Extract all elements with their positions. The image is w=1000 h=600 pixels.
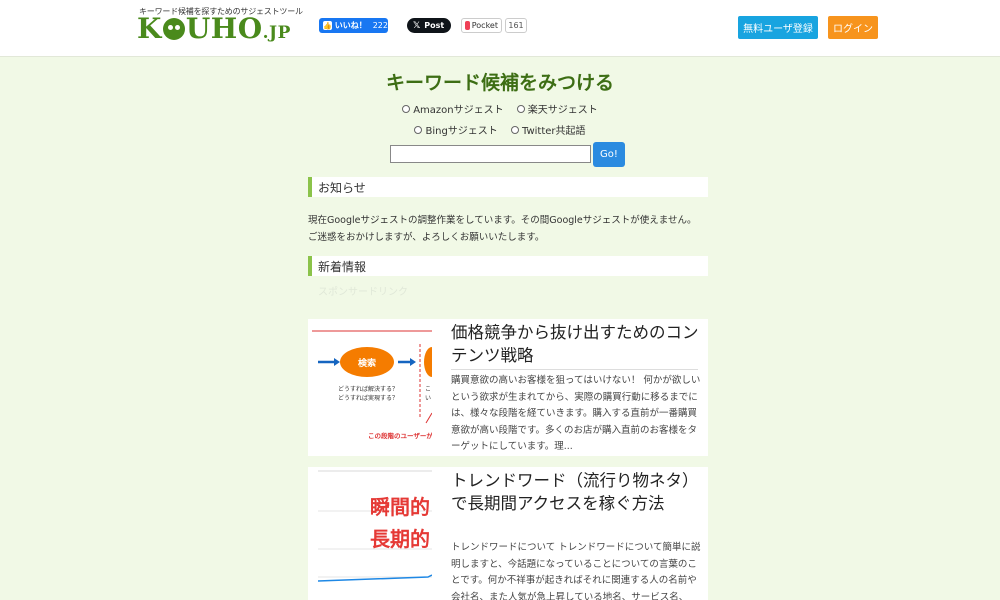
radio-label: Amazonサジェスト — [413, 105, 504, 116]
thumb-text-longterm: 長期的 — [370, 527, 430, 551]
news-heading-text: 新着情報 — [318, 259, 367, 274]
notice-heading-text: お知らせ — [318, 180, 366, 195]
site-logo[interactable]: K UHO.JP — [137, 12, 291, 45]
news-heading: 新着情報 — [308, 256, 708, 276]
x-post-label: Post — [424, 21, 445, 30]
go-button[interactable]: Go! — [593, 142, 625, 167]
article-excerpt: トレンドワードについて トレンドワードについて簡単に説明しますと、今話題になって… — [451, 542, 701, 600]
logo-text-pre: K — [137, 12, 162, 45]
radio-label: 楽天サジェスト — [527, 105, 598, 116]
page-title: キーワード候補をみつける — [385, 72, 614, 94]
login-button[interactable]: ログイン — [828, 16, 878, 39]
logo-suffix: .JP — [262, 23, 291, 43]
thumb-node-label: 検索 — [357, 359, 377, 369]
pocket-button[interactable]: Pocket — [461, 18, 502, 33]
radio-label: Twitter共起語 — [522, 126, 586, 137]
pocket-count: 161 — [505, 18, 527, 33]
radio-bing-suggest[interactable]: Bingサジェスト — [414, 122, 498, 137]
thumb-partial-1: こ — [425, 386, 432, 393]
thumb-caption: この段階のユーザーが — [368, 432, 432, 440]
thumb-partial-text: こ い — [425, 385, 431, 403]
thumb-question-2: どうすれば実現する？ — [338, 395, 399, 402]
radio-label: Bingサジェスト — [425, 126, 498, 137]
article-card[interactable]: 瞬間的 長期的 トレンドワード（流行り物ネタ）で長期間アクセスを稼ぐ方法 トレン… — [308, 467, 708, 600]
radio-rakuten-suggest[interactable]: 楽天サジェスト — [516, 101, 598, 116]
article-title[interactable]: トレンドワード（流行り物ネタ）で長期間アクセスを稼ぐ方法 — [451, 469, 701, 515]
title-divider — [451, 369, 698, 370]
article-title[interactable]: 価格競争から抜け出すためのコンテンツ戦略 — [451, 321, 701, 367]
notice-line-2: ご迷惑をおかけしますが、よろしくお願いいたします。 — [308, 232, 545, 243]
keyword-search-input[interactable] — [390, 145, 591, 163]
radio-circle-icon[interactable] — [414, 125, 423, 134]
article-card[interactable]: 検索 どうすれば解決する？ どうすれば実現する？ こ い この段階のユーザーが … — [308, 319, 708, 456]
article-thumbnail[interactable]: 瞬間的 長期的 — [308, 467, 432, 600]
pocket-label: Pocket — [471, 21, 498, 30]
thumbs-up-icon: 👍 — [323, 21, 332, 30]
article-excerpt: 購買意欲の高いお客様を狙ってはいけない！ 何かが欲しいという欲求が生まれてから、… — [451, 375, 701, 452]
radio-circle-icon[interactable] — [402, 104, 411, 113]
thumb-question-1: どうすれば解決する？ — [338, 386, 399, 393]
radio-twitter-cooccurrence[interactable]: Twitter共起語 — [511, 122, 586, 137]
article-thumbnail[interactable]: 検索 どうすれば解決する？ どうすれば実現する？ こ い この段階のユーザーが — [308, 319, 432, 456]
radio-circle-icon[interactable] — [511, 125, 519, 134]
suggest-options-row2: Bingサジェスト Twitter共起語 — [0, 122, 1000, 137]
thumb-partial-2: い — [425, 395, 432, 402]
notice-text: 現在Googleサジェストの調整作業をしています。その間Googleサジェストが… — [308, 212, 718, 246]
suggest-options-row1: Amazonサジェスト 楽天サジェスト — [0, 101, 1000, 116]
site-header: キーワード候補を探すためのサジェストツール K UHO.JP 👍 いいね！ 222… — [0, 0, 1000, 57]
thumb-text-momentary: 瞬間的 — [370, 495, 430, 519]
notice-line-1: 現在Googleサジェストの調整作業をしています。その間Googleサジェストが… — [308, 215, 697, 226]
notice-heading: お知らせ — [308, 177, 708, 197]
radio-circle-icon[interactable] — [516, 104, 525, 113]
radio-amazon-suggest[interactable]: Amazonサジェスト — [402, 101, 504, 116]
thumb-questions: どうすれば解決する？ どうすれば実現する？ — [338, 385, 398, 403]
pocket-icon — [465, 21, 470, 30]
sponsored-link-label: スポンサードリンク — [318, 287, 408, 298]
fb-like-label: いいね！ — [334, 21, 367, 30]
x-logo-icon: 𝕏 — [413, 20, 421, 31]
register-button[interactable]: 無料ユーザ登録 — [738, 16, 818, 39]
logo-face-icon — [162, 18, 185, 40]
facebook-like-button[interactable]: 👍 いいね！ 222 — [319, 18, 388, 33]
fb-like-count: 222 — [372, 21, 388, 30]
logo-text-post: UHO — [185, 12, 263, 45]
x-post-button[interactable]: 𝕏 Post — [407, 18, 451, 33]
